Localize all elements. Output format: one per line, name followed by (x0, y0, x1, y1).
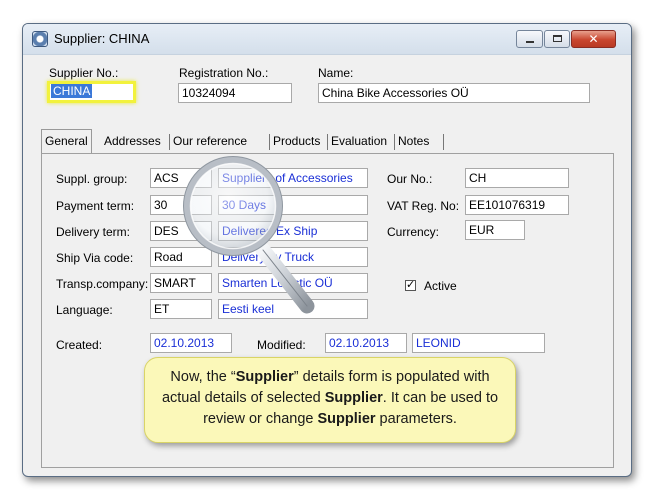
registration-no-label: Registration No.: (179, 66, 269, 80)
our-no-label: Our No.: (387, 172, 433, 186)
tab-separator (169, 134, 170, 150)
payment-term-label: Payment term: (56, 199, 135, 213)
our-no-field[interactable]: CH (465, 168, 569, 188)
app-gear-icon (32, 31, 48, 47)
currency-label: Currency: (387, 225, 440, 239)
modified-label: Modified: (257, 338, 306, 352)
minimize-icon (526, 41, 534, 43)
modified-by-field: LEONID (412, 333, 545, 353)
registration-no-field[interactable]: 10324094 (178, 83, 292, 103)
tab-separator (327, 134, 328, 150)
callout-bold: Supplier (235, 369, 294, 385)
language-code-field[interactable]: ET (150, 299, 212, 319)
created-field: 02.10.2013 (150, 333, 232, 353)
delivery-term-code-field[interactable]: DES (150, 221, 212, 241)
info-callout: Now, the “Supplier” details form is popu… (144, 357, 516, 443)
tab-addresses[interactable]: Addresses (104, 130, 161, 153)
supplier-no-value: CHINA (51, 84, 93, 98)
transp-company-code-field[interactable]: SMART (150, 273, 212, 293)
tab-evaluation[interactable]: Evaluation (331, 130, 387, 153)
callout-text: parameters. (375, 411, 457, 427)
currency-field[interactable]: EUR (465, 220, 525, 240)
modified-field: 02.10.2013 (325, 333, 407, 353)
supplier-no-label: Supplier No.: (49, 66, 119, 80)
delivery-term-desc-field: Delivered Ex Ship (218, 221, 368, 241)
suppl-group-label: Suppl. group: (56, 172, 128, 186)
supplier-no-field[interactable]: CHINA (47, 81, 136, 103)
close-button[interactable]: ✕ (571, 30, 616, 48)
payment-term-code-field[interactable]: 30 (150, 195, 212, 215)
created-label: Created: (56, 338, 103, 352)
callout-bold: Supplier (317, 411, 376, 427)
name-label: Name: (318, 66, 354, 80)
callout-bold: Supplier (324, 390, 383, 406)
close-icon: ✕ (588, 32, 599, 46)
ship-via-desc-field: Delivery by Truck (218, 247, 368, 267)
window-title: Supplier: CHINA (54, 31, 150, 46)
active-label: Active (424, 279, 457, 293)
minimize-button[interactable] (516, 30, 543, 48)
maximize-button[interactable] (544, 30, 570, 48)
suppl-group-code-field[interactable]: ACS (150, 168, 212, 188)
tab-notes[interactable]: Notes (398, 130, 429, 153)
vat-reg-label: VAT Reg. No: (387, 199, 460, 213)
language-desc-field: Eesti keel (218, 299, 368, 319)
tab-our-reference[interactable]: Our reference (173, 130, 247, 153)
language-label: Language: (56, 303, 113, 317)
payment-term-desc-field: 30 Days (218, 195, 368, 215)
tab-products[interactable]: Products (273, 130, 320, 153)
tab-general[interactable]: General (41, 129, 92, 154)
delivery-term-label: Delivery term: (56, 225, 131, 239)
tab-separator (269, 134, 270, 150)
title-bar[interactable]: Supplier: CHINA ✕ (23, 24, 631, 55)
transp-company-label: Transp.company: (56, 277, 149, 291)
maximize-icon (553, 35, 562, 42)
vat-reg-field[interactable]: EE101076319 (465, 195, 569, 215)
transp-company-desc-field: Smarten Logistic OÜ (218, 273, 368, 293)
ship-via-label: Ship Via code: (56, 251, 134, 265)
suppl-group-desc-field: Suppliers of Accessories (218, 168, 368, 188)
ship-via-code-field[interactable]: Road (150, 247, 212, 267)
name-field[interactable]: China Bike Accessories OÜ (318, 83, 590, 103)
tab-separator (394, 134, 395, 150)
tab-separator (443, 134, 444, 150)
callout-text: Now, the “ (170, 369, 236, 385)
active-checkbox[interactable]: ✓ (405, 280, 416, 291)
